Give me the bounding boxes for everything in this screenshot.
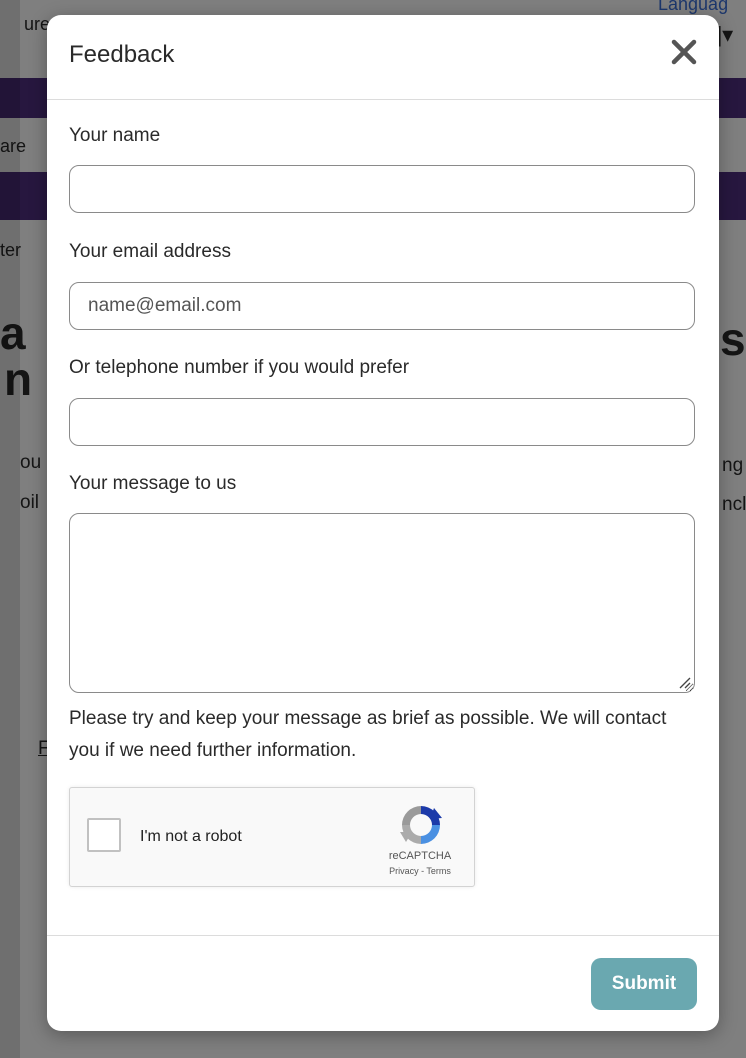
- overlay-edge: [0, 0, 20, 1058]
- name-label: Your name: [69, 125, 161, 146]
- footer-divider: [47, 935, 719, 936]
- modal-header: Feedback: [47, 15, 719, 100]
- recaptcha-logo-icon: [400, 806, 442, 844]
- name-input[interactable]: [69, 165, 695, 213]
- message-hint: Please try and keep your message as brie…: [69, 708, 667, 761]
- recaptcha-brand: reCAPTCHA: [388, 850, 452, 862]
- email-label: Your email address: [69, 241, 231, 262]
- submit-button[interactable]: Submit: [591, 958, 697, 1010]
- recaptcha-widget: I'm not a robot reCAPTCHA Privacy - Term…: [69, 787, 475, 887]
- message-label: Your message to us: [69, 473, 237, 494]
- phone-label: Or telephone number if you would prefer: [69, 357, 410, 378]
- modal-title: Feedback: [69, 41, 175, 68]
- recaptcha-privacy-terms[interactable]: Privacy - Terms: [370, 866, 470, 876]
- close-icon[interactable]: [667, 35, 701, 69]
- email-input[interactable]: [69, 282, 695, 330]
- message-textarea[interactable]: [69, 513, 695, 693]
- recaptcha-label: I'm not a robot: [140, 828, 242, 845]
- recaptcha-checkbox[interactable]: [87, 818, 121, 852]
- phone-input[interactable]: [69, 398, 695, 446]
- feedback-modal: Feedback Your name Your email address Or…: [47, 15, 719, 1031]
- resize-grip-icon[interactable]: [677, 675, 691, 689]
